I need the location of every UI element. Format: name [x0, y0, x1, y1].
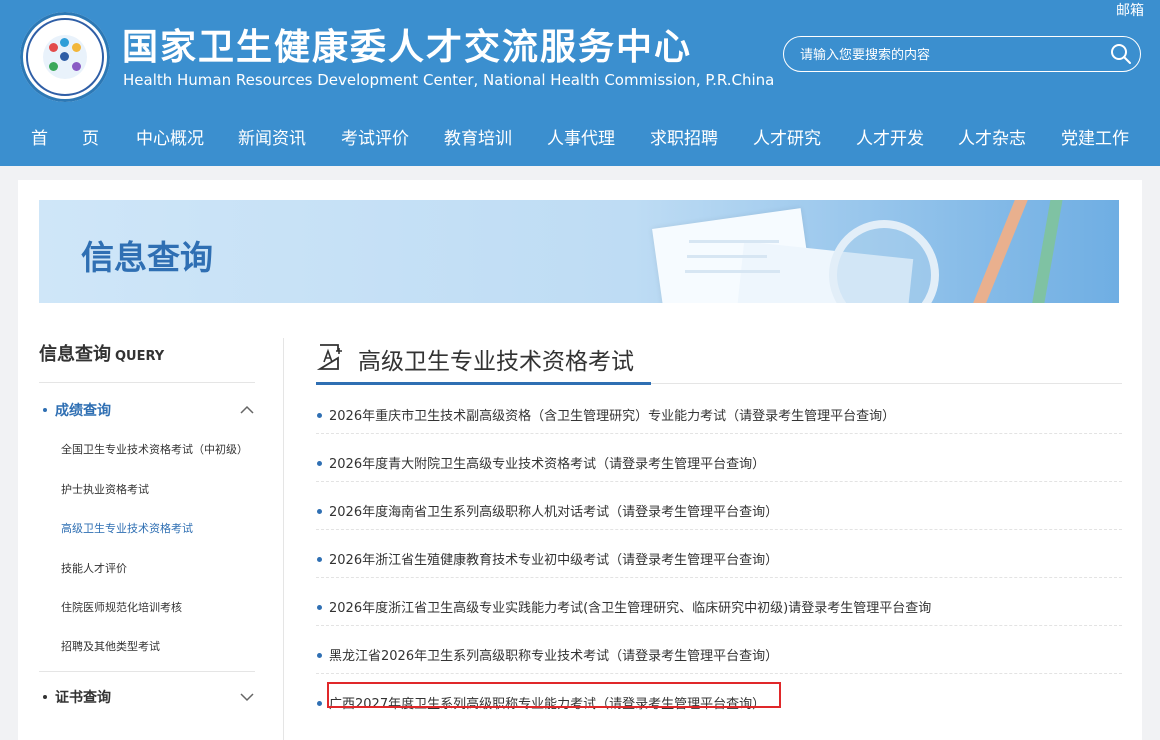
section-title: 高级卫生专业技术资格考试 — [358, 349, 634, 375]
sidebar-item-recruitment-exam[interactable]: 招聘及其他类型考试 — [61, 638, 160, 654]
highlight-box — [327, 682, 781, 708]
sidebar-divider — [39, 671, 255, 672]
sidebar-section-certificates[interactable]: 证书查询 — [39, 685, 255, 709]
chevron-up-icon[interactable] — [239, 402, 255, 418]
chevron-down-icon[interactable] — [239, 689, 255, 705]
bullet-icon — [317, 557, 322, 562]
bullet-icon — [317, 605, 322, 610]
search-icon[interactable] — [1110, 43, 1132, 65]
nav-item-news[interactable]: 新闻资讯 — [238, 124, 306, 149]
banner-line — [685, 270, 780, 273]
list-item-link[interactable]: 2026年度青大附院卫生高级专业技术资格考试（请登录考生管理平台查询） — [329, 453, 765, 472]
list-item[interactable]: 2026年重庆市卫生技术副高级资格（含卫生管理研究）专业能力考试（请登录考生管理… — [316, 386, 1122, 434]
site-title: 国家卫生健康委人才交流服务中心 — [122, 27, 693, 68]
sidebar-item-skills-evaluation[interactable]: 技能人才评价 — [61, 560, 127, 576]
nav-item-party[interactable]: 党建工作 — [1061, 124, 1129, 149]
pen-icon — [961, 200, 1029, 303]
search-input[interactable] — [798, 44, 1102, 66]
banner-line — [687, 255, 767, 258]
mailbox-link[interactable]: 邮箱 — [1116, 0, 1144, 20]
sidebar-section-label: 证书查询 — [55, 690, 111, 706]
site-subtitle: Health Human Resources Development Cente… — [123, 71, 775, 89]
sidebar-heading-cn: 信息查询 — [39, 344, 111, 365]
nav-item-development[interactable]: 人才开发 — [856, 124, 924, 149]
nav-item-magazine[interactable]: 人才杂志 — [958, 124, 1026, 149]
sidebar-heading-en: QUERY — [115, 349, 165, 364]
nav-item-exams[interactable]: 考试评价 — [341, 124, 409, 149]
nav-item-about[interactable]: 中心概况 — [136, 124, 204, 149]
title-accent — [316, 382, 651, 385]
bullet-icon — [43, 408, 47, 412]
pen-icon — [1026, 200, 1064, 303]
magnifier-icon — [829, 220, 939, 303]
bullet-icon — [317, 509, 322, 514]
nav-item-home[interactable]: 首 页 — [31, 124, 99, 149]
list-item[interactable]: 黑龙江省2026年卫生系列高级职称专业技术考试（请登录考生管理平台查询） — [316, 626, 1122, 674]
list-item[interactable]: 2026年度青大附院卫生高级专业技术资格考试（请登录考生管理平台查询） — [316, 434, 1122, 482]
sidebar-section-label: 成绩查询 — [55, 403, 111, 419]
list-item-link[interactable]: 黑龙江省2026年卫生系列高级职称专业技术考试（请登录考生管理平台查询） — [329, 645, 778, 664]
bullet-icon — [317, 413, 322, 418]
list-item[interactable]: 2026年度海南省卫生系列高级职称人机对话考试（请登录考生管理平台查询） — [316, 482, 1122, 530]
nav-item-jobs[interactable]: 求职招聘 — [650, 124, 718, 149]
edit-document-icon — [316, 342, 346, 372]
sidebar-item-national-exam[interactable]: 全国卫生专业技术资格考试（中初级） — [61, 441, 248, 457]
list-item-link[interactable]: 2026年浙江省生殖健康教育技术专业初中级考试（请登录考生管理平台查询） — [329, 549, 778, 568]
page-banner: 信息查询 — [39, 200, 1119, 303]
content-panel: 信息查询 信息查询 QUERY 成绩查询 全国卫生专业技术资格考试（中初级） 护士… — [18, 180, 1142, 740]
nav-item-personnel[interactable]: 人事代理 — [547, 124, 615, 149]
logo-emblem-icon — [43, 35, 87, 79]
sidebar-vertical-divider — [283, 338, 284, 740]
list-item-link[interactable]: 2026年度海南省卫生系列高级职称人机对话考试（请登录考生管理平台查询） — [329, 501, 778, 520]
search-box — [783, 36, 1141, 72]
list-item-link[interactable]: 2026年度浙江省卫生高级专业实践能力考试(含卫生管理研究、临床研究中初级)请登… — [329, 597, 931, 616]
sidebar-item-nurse-exam[interactable]: 护士执业资格考试 — [61, 481, 149, 497]
bullet-icon — [43, 695, 47, 699]
sidebar-section-scores[interactable]: 成绩查询 — [39, 398, 255, 422]
list-item-link[interactable]: 2026年重庆市卫生技术副高级资格（含卫生管理研究）专业能力考试（请登录考生管理… — [329, 405, 895, 424]
site-header: 国家卫生健康委人才交流服务中心 Health Human Resources D… — [0, 0, 1160, 166]
bullet-icon — [317, 701, 322, 706]
nav-item-training[interactable]: 教育培训 — [444, 124, 512, 149]
sidebar-heading: 信息查询 QUERY — [39, 340, 164, 366]
site-logo[interactable] — [20, 12, 110, 102]
bullet-icon — [317, 461, 322, 466]
nav-item-research[interactable]: 人才研究 — [753, 124, 821, 149]
list-item[interactable]: 2026年浙江省生殖健康教育技术专业初中级考试（请登录考生管理平台查询） — [316, 530, 1122, 578]
bullet-icon — [317, 653, 322, 658]
sidebar-item-residency-training[interactable]: 住院医师规范化培训考核 — [61, 599, 182, 615]
main-nav: 首 页 中心概况 新闻资讯 考试评价 教育培训 人事代理 求职招聘 人才研究 人… — [0, 112, 1160, 160]
banner-line — [689, 240, 779, 243]
sidebar-item-senior-exam[interactable]: 高级卫生专业技术资格考试 — [61, 520, 193, 536]
sidebar-divider — [39, 382, 255, 383]
list-item[interactable]: 2026年度浙江省卫生高级专业实践能力考试(含卫生管理研究、临床研究中初级)请登… — [316, 578, 1122, 626]
banner-title: 信息查询 — [81, 238, 213, 277]
